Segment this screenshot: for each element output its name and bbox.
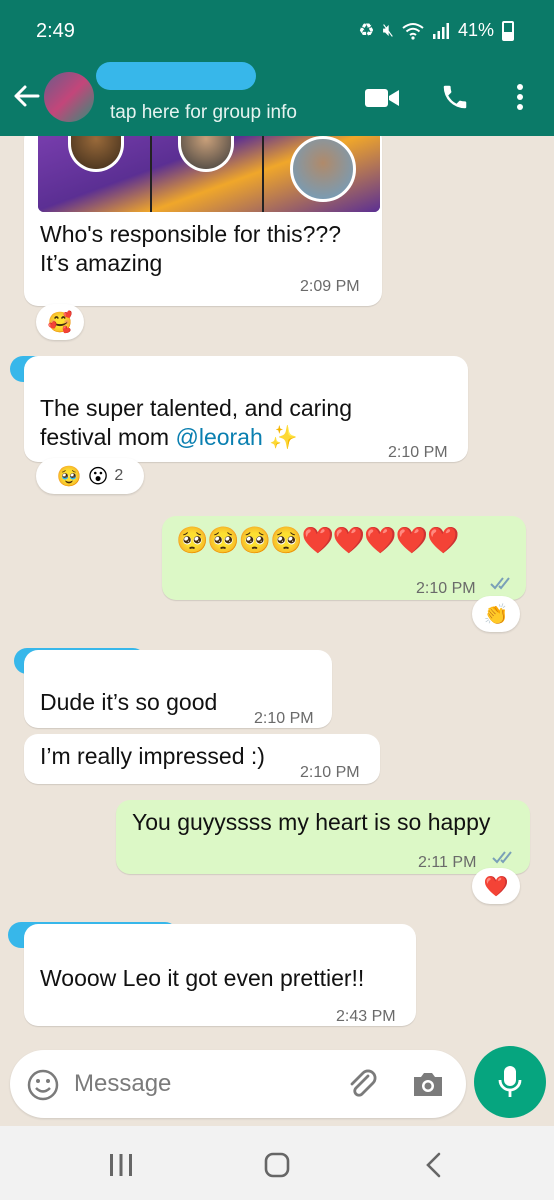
message-time: 2:11 PM: [418, 854, 477, 871]
reaction-badge[interactable]: 🥹 😮 2: [36, 458, 144, 494]
paperclip-icon[interactable]: [344, 1066, 380, 1102]
reaction-badge[interactable]: 👏: [472, 596, 520, 632]
chat-messages[interactable]: Who's responsible for this??? It’s amazi…: [0, 136, 554, 1126]
recycle-icon: ♻: [358, 20, 375, 40]
sparkles-emoji: ✨: [262, 424, 298, 450]
microphone-icon: [498, 1066, 522, 1097]
reaction-emoji: 👏: [483, 603, 509, 626]
reaction-emoji: 🥹: [56, 465, 82, 488]
more-vertical-icon[interactable]: [510, 82, 530, 112]
reaction-emoji: 🥰: [47, 311, 73, 334]
back-icon[interactable]: [424, 1152, 442, 1178]
emoji-icon[interactable]: [26, 1068, 60, 1102]
camera-icon[interactable]: [410, 1068, 446, 1100]
message-text: The super talented, and caring: [40, 395, 352, 421]
message-text: Who's responsible for this???: [40, 221, 341, 247]
message-bubble[interactable]: I’m really impressed :) 2:10 PM: [24, 734, 380, 784]
message-text: 🥺🥺🥺🥺❤️❤️❤️❤️❤️: [176, 525, 459, 555]
message-bubble[interactable]: Dude it’s so good 2:10 PM: [24, 650, 332, 728]
message-bubble[interactable]: Wooow Leo it got even prettier!! 2:43 PM: [24, 924, 416, 1026]
mention-link[interactable]: @leorah: [175, 424, 262, 450]
home-icon[interactable]: [264, 1152, 290, 1178]
mute-icon: 🔇︎: [382, 20, 394, 40]
status-icons: ♻ 🔇︎ 41%: [358, 20, 514, 41]
message-text: You guyyssss my heart is so happy: [132, 809, 491, 835]
message-time: 2:10 PM: [388, 444, 448, 461]
reaction-emoji: 😮: [87, 465, 109, 488]
recents-icon[interactable]: [108, 1154, 134, 1176]
reaction-count: 2: [114, 467, 124, 484]
profile-photo: [290, 136, 356, 202]
message-text: Dude it’s so good: [40, 689, 218, 715]
message-bubble[interactable]: 🥺🥺🥺🥺❤️❤️❤️❤️❤️ 2:10 PM: [162, 516, 526, 600]
group-info-hint[interactable]: tap here for group info: [110, 102, 297, 124]
chat-header[interactable]: tap here for group info: [0, 62, 554, 136]
battery-icon: [502, 20, 514, 41]
battery-percent: 41%: [457, 20, 494, 40]
wifi-icon: [402, 22, 424, 40]
message-time: 2:10 PM: [416, 580, 476, 597]
message-time: 2:10 PM: [254, 710, 314, 727]
group-avatar[interactable]: [44, 72, 94, 122]
message-time: 2:10 PM: [300, 764, 360, 781]
arrow-left-icon[interactable]: [10, 80, 42, 112]
message-bubble[interactable]: Who's responsible for this??? It’s amazi…: [24, 136, 382, 306]
video-camera-icon[interactable]: [364, 86, 400, 110]
message-input[interactable]: Message: [74, 1070, 171, 1098]
message-bubble[interactable]: The super talented, and caring festival …: [24, 356, 468, 462]
message-text: It’s amazing: [40, 250, 163, 276]
message-text: festival mom: [40, 424, 176, 450]
system-navigation-bar: [0, 1126, 554, 1200]
message-time: 2:09 PM: [300, 278, 360, 295]
message-time: 2:43 PM: [336, 1008, 396, 1025]
read-receipt-icon: [492, 851, 512, 864]
reaction-badge[interactable]: 🥰: [36, 304, 84, 340]
reaction-emoji: ❤️: [483, 875, 509, 898]
status-time: 2:49: [36, 20, 75, 42]
message-text: Wooow Leo it got even prettier!!: [40, 965, 365, 991]
signal-icon: [432, 22, 449, 39]
status-bar: 2:49 ♻ 🔇︎ 41%: [0, 0, 554, 68]
shared-image[interactable]: [38, 136, 380, 212]
microphone-button[interactable]: [474, 1046, 546, 1118]
read-receipt-icon: [490, 577, 510, 590]
message-composer[interactable]: Message: [10, 1050, 466, 1118]
message-bubble[interactable]: You guyyssss my heart is so happy 2:11 P…: [116, 800, 530, 874]
reaction-badge[interactable]: ❤️: [472, 868, 520, 904]
redacted-group-name: [96, 62, 256, 90]
phone-icon[interactable]: [440, 82, 470, 112]
message-text: I’m really impressed :): [40, 743, 265, 769]
